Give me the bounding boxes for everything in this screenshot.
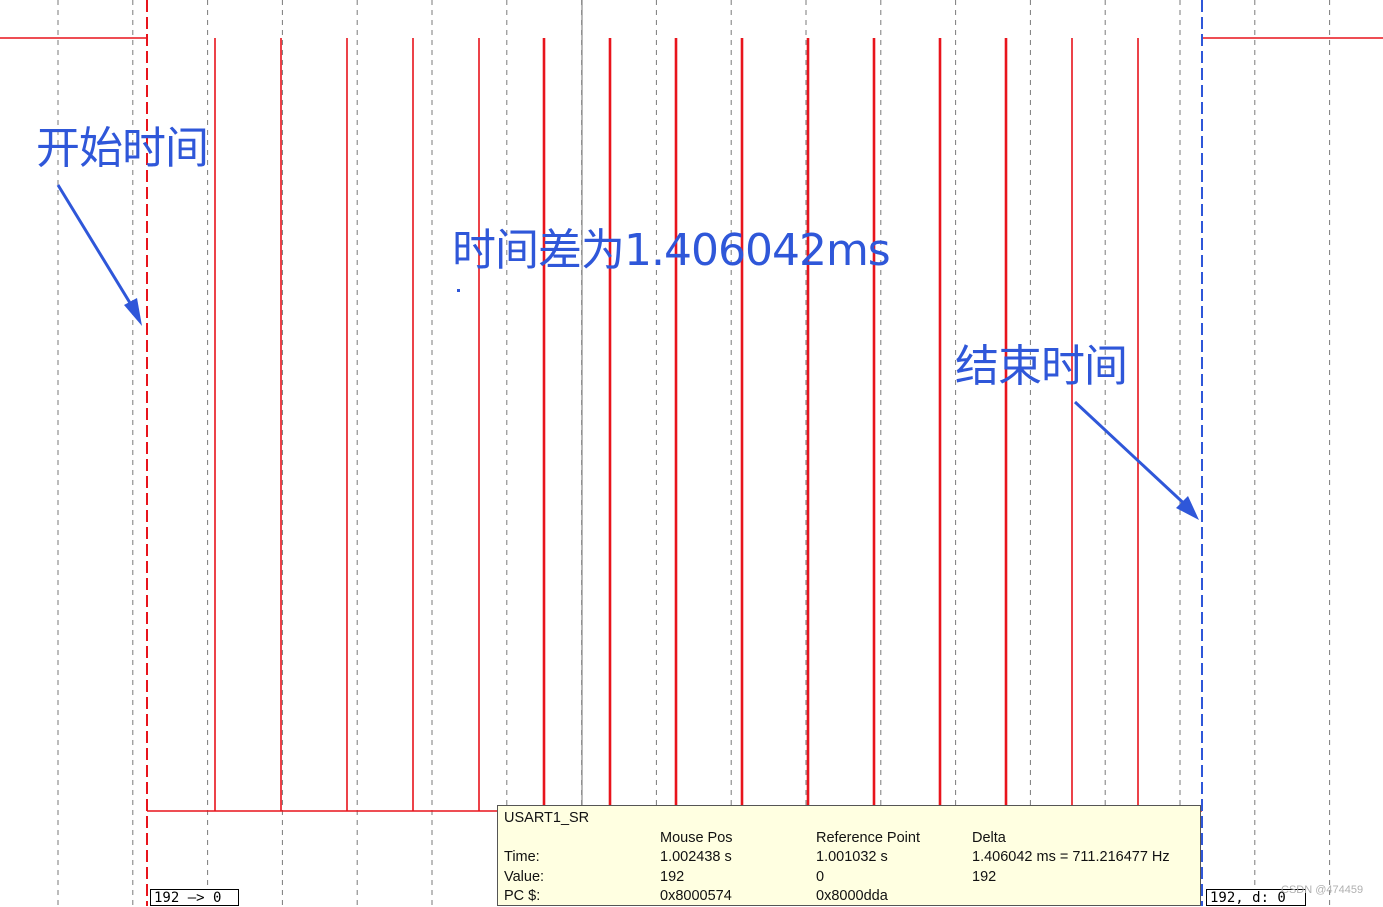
value-delta-value: 192 <box>972 869 997 885</box>
tooltip-signal-name: USART1_SR <box>504 810 590 826</box>
signal-value-left: 192 —> 0 <box>150 889 239 906</box>
time-delta-value: 1.406042 ms = 711.216477 Hz <box>972 849 1170 865</box>
column-header-delta: Delta <box>972 830 1006 846</box>
cursor-info-tooltip: USART1_SR Mouse Pos Reference Point Delt… <box>497 805 1201 906</box>
time-delta-annotation: 时间差为1.406042ms <box>452 225 891 276</box>
column-header-reference-point: Reference Point <box>816 830 920 846</box>
value-mouse-value: 192 <box>660 869 685 885</box>
start-arrow <box>56 184 142 326</box>
row-label-pc: PC $: <box>504 888 541 904</box>
row-label-time: Time: <box>504 849 540 865</box>
pc-reference-value: 0x8000dda <box>816 888 888 904</box>
start-time-annotation: 开始时间 <box>36 123 209 174</box>
csdn-watermark: CSDN @474459 <box>1281 884 1364 896</box>
time-reference-value: 1.001032 s <box>816 849 888 865</box>
pc-mouse-value: 0x8000574 <box>660 888 732 904</box>
annotation-dot <box>457 289 460 292</box>
time-mouse-value: 1.002438 s <box>660 849 732 865</box>
value-reference-value: 0 <box>816 869 825 885</box>
time-grid <box>57 0 1331 906</box>
end-time-annotation: 结束时间 <box>955 341 1128 392</box>
column-header-mouse-pos: Mouse Pos <box>660 830 733 846</box>
row-label-value: Value: <box>504 869 545 885</box>
